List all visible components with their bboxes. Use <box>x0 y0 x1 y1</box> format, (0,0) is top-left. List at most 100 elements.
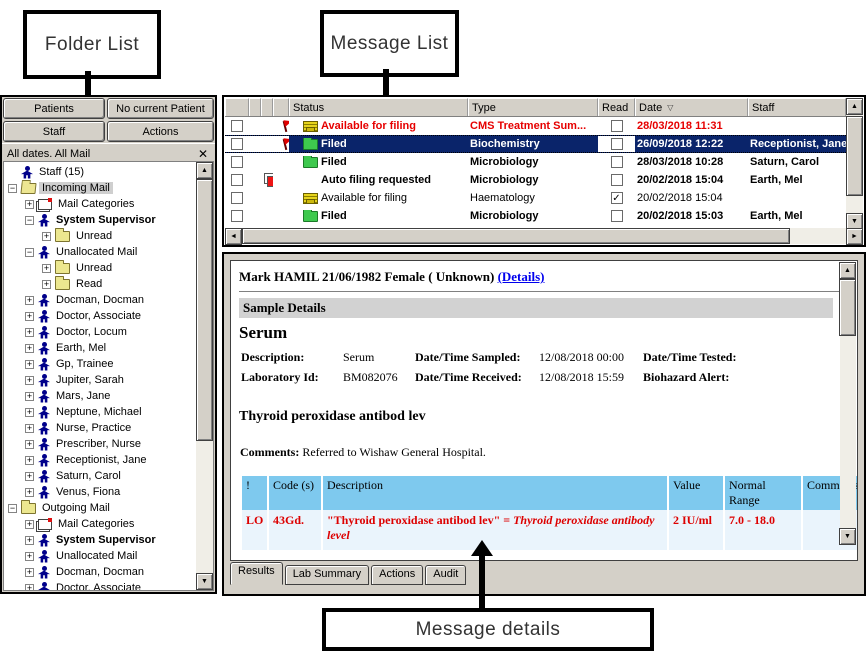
read-checkbox-icon[interactable]: ✓ <box>611 192 623 204</box>
tab-lab-summary[interactable]: Lab Summary <box>285 565 369 585</box>
select-checkbox-cell[interactable] <box>225 117 249 135</box>
column-header-0[interactable] <box>225 98 249 116</box>
checkbox-icon[interactable] <box>231 138 243 150</box>
checkbox-icon[interactable] <box>231 156 243 168</box>
tab-no-current-patient[interactable]: No current Patient <box>107 98 214 119</box>
tree-item-earth-mel[interactable]: +Earth, Mel <box>4 340 213 356</box>
expand-plus-icon[interactable]: + <box>25 328 34 337</box>
message-list-vscroll[interactable]: ▲ ▼ <box>846 98 863 230</box>
tree-item-unread[interactable]: +Unread <box>4 260 213 276</box>
tree-item-doctor-associate[interactable]: +Doctor, Associate <box>4 580 213 591</box>
select-checkbox-cell[interactable] <box>225 189 249 207</box>
expand-plus-icon[interactable]: + <box>25 536 34 545</box>
tab-actions[interactable]: Actions <box>107 121 214 142</box>
scroll-up-icon[interactable]: ▲ <box>196 162 213 179</box>
tree-item-saturn-carol[interactable]: +Saturn, Carol <box>4 468 213 484</box>
expand-plus-icon[interactable]: + <box>25 360 34 369</box>
scroll-down-icon[interactable]: ▼ <box>196 573 213 590</box>
expand-plus-icon[interactable]: + <box>25 392 34 401</box>
expand-plus-icon[interactable]: + <box>25 424 34 433</box>
read-checkbox-icon[interactable] <box>611 138 623 150</box>
read-checkbox-icon[interactable] <box>611 210 623 222</box>
tree-item-jupiter-sarah[interactable]: +Jupiter, Sarah <box>4 372 213 388</box>
tree-item-doctor-associate[interactable]: +Doctor, Associate <box>4 308 213 324</box>
message-list-vscroll-thumb[interactable] <box>846 116 863 196</box>
message-row[interactable]: Auto filing requestedMicrobiology20/02/2… <box>225 171 846 189</box>
expand-plus-icon[interactable]: + <box>25 488 34 497</box>
expand-plus-icon[interactable]: + <box>25 552 34 561</box>
tree-scrollbar-thumb[interactable] <box>196 179 213 441</box>
checkbox-icon[interactable] <box>231 174 243 186</box>
tree-item-mail-categories[interactable]: +Mail Categories <box>4 196 213 212</box>
tree-item-doctor-locum[interactable]: +Doctor, Locum <box>4 324 213 340</box>
expand-plus-icon[interactable]: + <box>25 520 34 529</box>
column-header-status[interactable]: Status <box>289 98 468 116</box>
expand-plus-icon[interactable]: + <box>25 472 34 481</box>
message-row[interactable]: Available for filingHaematology✓20/02/20… <box>225 189 846 207</box>
tab-staff[interactable]: Staff <box>3 121 105 142</box>
expand-plus-icon[interactable]: + <box>25 296 34 305</box>
checkbox-icon[interactable] <box>231 120 243 132</box>
expand-plus-icon[interactable]: + <box>42 264 51 273</box>
read-checkbox-icon[interactable] <box>611 174 623 186</box>
details-link[interactable]: (Details) <box>498 269 545 284</box>
select-checkbox-cell[interactable] <box>225 171 249 189</box>
tree-item-outgoing-mail[interactable]: −Outgoing Mail <box>4 500 213 516</box>
tree-item-unallocated-mail[interactable]: +Unallocated Mail <box>4 548 213 564</box>
column-header-type[interactable]: Type <box>468 98 598 116</box>
tab-audit[interactable]: Audit <box>425 565 466 585</box>
message-list-header[interactable]: StatusTypeReadDate▽Staff <box>225 98 846 117</box>
tree-item-venus-fiona[interactable]: +Venus, Fiona <box>4 484 213 500</box>
collapse-minus-icon[interactable]: − <box>25 216 34 225</box>
message-row[interactable]: FiledMicrobiology20/02/2018 15:03Earth, … <box>225 207 846 225</box>
read-checkbox-icon[interactable] <box>611 120 623 132</box>
message-list-hscroll-thumb[interactable] <box>242 228 790 244</box>
results-table-row[interactable]: LO43Gd."Thyroid peroxidase antibod lev" … <box>242 510 858 550</box>
details-vscroll[interactable]: ▲ ▼ <box>840 262 856 545</box>
message-row[interactable]: FiledMicrobiology28/03/2018 10:28Saturn,… <box>225 153 846 171</box>
tab-results[interactable]: Results <box>230 562 283 585</box>
tab-patients[interactable]: Patients <box>3 98 105 119</box>
tab-actions[interactable]: Actions <box>371 565 423 585</box>
collapse-minus-icon[interactable]: − <box>8 504 17 513</box>
expand-plus-icon[interactable]: + <box>25 408 34 417</box>
tree-item-system-supervisor[interactable]: +System Supervisor <box>4 532 213 548</box>
expand-plus-icon[interactable]: + <box>25 440 34 449</box>
expand-plus-icon[interactable]: + <box>25 376 34 385</box>
tree-item-unallocated-mail[interactable]: −Unallocated Mail <box>4 244 213 260</box>
tree-item-system-supervisor[interactable]: −System Supervisor <box>4 212 213 228</box>
tree-item-nurse-practice[interactable]: +Nurse, Practice <box>4 420 213 436</box>
select-checkbox-cell[interactable] <box>225 153 249 171</box>
column-header-read[interactable]: Read <box>598 98 635 116</box>
expand-plus-icon[interactable]: + <box>25 200 34 209</box>
tree-item-receptionist-jane[interactable]: +Receptionist, Jane <box>4 452 213 468</box>
tree-item-unread[interactable]: +Unread <box>4 228 213 244</box>
tree-item-read[interactable]: +Read <box>4 276 213 292</box>
collapse-minus-icon[interactable]: − <box>25 248 34 257</box>
expand-plus-icon[interactable]: + <box>25 312 34 321</box>
scroll-up-icon[interactable]: ▲ <box>839 262 856 279</box>
expand-plus-icon[interactable]: + <box>42 280 51 289</box>
tree-item-prescriber-nurse[interactable]: +Prescriber, Nurse <box>4 436 213 452</box>
scroll-down-icon[interactable]: ▼ <box>839 528 856 545</box>
close-icon[interactable]: ✕ <box>196 148 210 160</box>
column-header-1[interactable] <box>249 98 261 116</box>
tree-item-docman-docman[interactable]: +Docman, Docman <box>4 564 213 580</box>
expand-plus-icon[interactable]: + <box>25 456 34 465</box>
expand-plus-icon[interactable]: + <box>25 568 34 577</box>
details-vscroll-thumb[interactable] <box>839 279 856 336</box>
expand-plus-icon[interactable]: + <box>42 232 51 241</box>
tree-item-incoming-mail[interactable]: −Incoming Mail <box>4 180 213 196</box>
checkbox-icon[interactable] <box>231 210 243 222</box>
tree-item-mail-categories[interactable]: +Mail Categories <box>4 516 213 532</box>
scroll-right-icon[interactable]: ► <box>846 228 863 245</box>
tree-item-gp-trainee[interactable]: +Gp, Trainee <box>4 356 213 372</box>
expand-plus-icon[interactable]: + <box>25 344 34 353</box>
select-checkbox-cell[interactable] <box>225 207 249 225</box>
tree-item-docman-docman[interactable]: +Docman, Docman <box>4 292 213 308</box>
checkbox-icon[interactable] <box>231 192 243 204</box>
message-row[interactable]: FiledBiochemistry26/09/2018 12:22Recepti… <box>225 135 846 153</box>
message-list-hscroll[interactable]: ◄ ► <box>225 228 863 244</box>
collapse-minus-icon[interactable]: − <box>8 184 17 193</box>
column-header-date[interactable]: Date▽ <box>635 98 748 116</box>
